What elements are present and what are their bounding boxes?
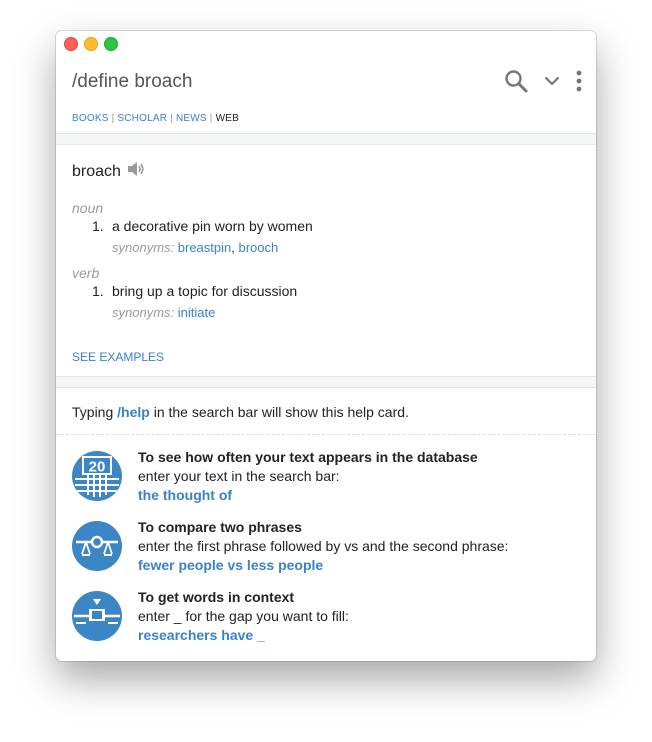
tip-example-link[interactable]: researchers have _ bbox=[138, 626, 349, 645]
app-window: /define broach BOOKS | SCHOLAR | NEWS | WEB br… bbox=[56, 31, 596, 661]
source-separator: | bbox=[170, 113, 173, 124]
definition-card: broach noun 1. a decorative pin worn by w… bbox=[56, 145, 596, 376]
help-tip: 20 To see how often your text appears in… bbox=[72, 449, 580, 505]
source-books[interactable]: BOOKS bbox=[72, 113, 109, 124]
speaker-icon[interactable] bbox=[127, 161, 145, 182]
more-vertical-icon[interactable] bbox=[576, 70, 582, 92]
synonym-link[interactable]: breastpin bbox=[178, 240, 231, 255]
help-command[interactable]: /help bbox=[117, 404, 150, 420]
source-news[interactable]: NEWS bbox=[176, 113, 207, 124]
synonyms-line: synonyms: breastpin, brooch bbox=[112, 240, 279, 255]
tip-text: enter _ for the gap you want to fill: bbox=[138, 608, 349, 624]
section-divider bbox=[56, 133, 596, 145]
sense-text: a decorative pin worn by women bbox=[112, 218, 313, 234]
part-of-speech: verb bbox=[72, 265, 100, 281]
section-divider bbox=[56, 376, 596, 388]
close-window-button[interactable] bbox=[64, 37, 78, 51]
search-header: /define broach BOOKS | SCHOLAR | NEWS | WEB bbox=[56, 55, 596, 133]
part-of-speech: noun bbox=[72, 200, 104, 216]
help-tip: To compare two phrases enter the first p… bbox=[72, 519, 580, 575]
help-intro: Typing /help in the search bar will show… bbox=[56, 404, 596, 435]
zoom-window-button[interactable] bbox=[104, 37, 118, 51]
minimize-window-button[interactable] bbox=[84, 37, 98, 51]
balance-scale-icon bbox=[72, 521, 122, 571]
sense-item: 1. bring up a topic for discussion bbox=[92, 283, 580, 299]
help-card: Typing /help in the search bar will show… bbox=[56, 388, 596, 645]
title-bar bbox=[56, 31, 596, 55]
synonym-link[interactable]: brooch bbox=[238, 240, 278, 255]
definition-word: broach bbox=[72, 162, 121, 180]
synonyms-label: synonyms: bbox=[112, 240, 175, 255]
synonyms-line: synonyms: initiate bbox=[112, 305, 580, 320]
tip-title: To see how often your text appears in th… bbox=[138, 449, 478, 465]
frequency-chart-icon: 20 bbox=[72, 451, 122, 501]
help-intro-text: Typing bbox=[72, 404, 118, 420]
sense-text: bring up a topic for discussion bbox=[112, 283, 298, 299]
synonyms-label: synonyms: bbox=[112, 305, 175, 320]
sense-item: 1. a decorative pin worn by women bbox=[92, 218, 580, 234]
help-intro-text: in the search bar will show this help ca… bbox=[149, 404, 409, 420]
tip-title: To compare two phrases bbox=[138, 519, 302, 535]
source-scholar[interactable]: SCHOLAR bbox=[117, 113, 167, 124]
tip-text: enter your text in the search bar: bbox=[138, 468, 340, 484]
tip-title: To get words in context bbox=[138, 589, 295, 605]
tip-example-link[interactable]: fewer people vs less people bbox=[138, 556, 508, 575]
gap-fill-icon bbox=[72, 591, 122, 641]
frequency-badge: 20 bbox=[89, 459, 106, 476]
help-tip: To get words in context enter _ for the … bbox=[72, 589, 580, 645]
search-icon[interactable] bbox=[504, 69, 528, 93]
search-query[interactable]: /define broach bbox=[72, 71, 192, 93]
synonym-link[interactable]: initiate bbox=[178, 305, 216, 320]
chevron-down-icon[interactable] bbox=[544, 76, 560, 86]
source-separator: | bbox=[111, 113, 115, 124]
tip-text: enter the first phrase followed by vs an… bbox=[138, 538, 509, 554]
source-filter: BOOKS | SCHOLAR | NEWS | WEB bbox=[72, 113, 239, 124]
sense-number: 1. bbox=[92, 218, 104, 234]
source-web[interactable]: WEB bbox=[216, 113, 239, 124]
source-separator: | bbox=[209, 113, 213, 124]
sense-number: 1. bbox=[92, 283, 104, 299]
see-examples-link[interactable]: SEE EXAMPLES bbox=[72, 350, 580, 364]
tip-example-link[interactable]: the thought of bbox=[138, 486, 478, 505]
